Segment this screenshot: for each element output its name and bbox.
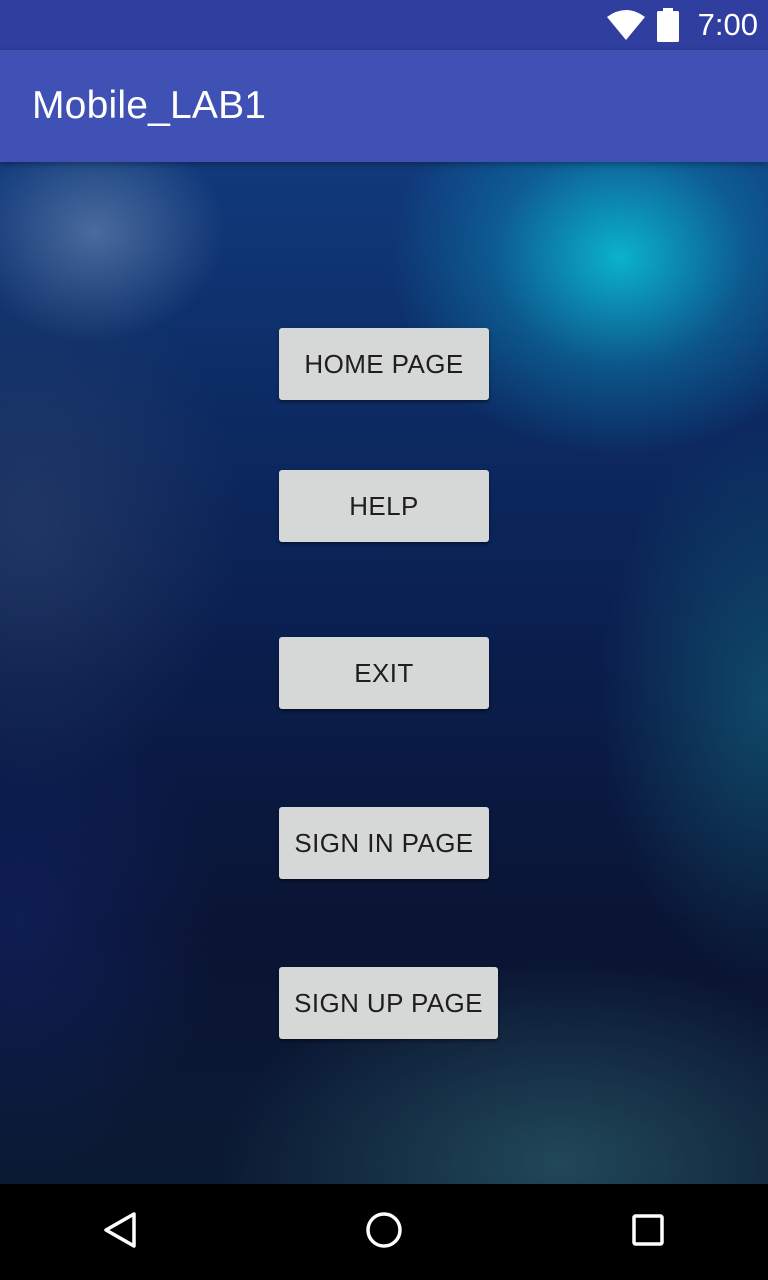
status-time: 7:00 bbox=[697, 7, 758, 42]
exit-button[interactable]: EXIT bbox=[279, 637, 489, 709]
main-content: HOME PAGE HELP EXIT SIGN IN PAGE SIGN UP… bbox=[0, 162, 768, 1184]
sign-in-page-button[interactable]: SIGN IN PAGE bbox=[279, 807, 489, 879]
home-page-button-label: HOME PAGE bbox=[304, 348, 464, 379]
recents-icon bbox=[628, 1210, 668, 1254]
recents-button[interactable] bbox=[588, 1184, 708, 1280]
help-button[interactable]: HELP bbox=[279, 470, 489, 542]
exit-button-label: EXIT bbox=[354, 657, 414, 688]
sign-up-page-button[interactable]: SIGN UP PAGE bbox=[279, 967, 498, 1039]
home-button[interactable] bbox=[324, 1184, 444, 1280]
app-title: Mobile_LAB1 bbox=[32, 84, 267, 127]
action-bar: Mobile_LAB1 bbox=[0, 50, 768, 162]
status-icons: 7:00 bbox=[606, 0, 758, 50]
sign-up-page-button-label: SIGN UP PAGE bbox=[294, 987, 483, 1018]
battery-icon bbox=[656, 8, 680, 42]
back-icon bbox=[100, 1210, 140, 1254]
help-button-label: HELP bbox=[349, 490, 419, 521]
home-circle-icon bbox=[364, 1210, 404, 1254]
back-button[interactable] bbox=[60, 1184, 180, 1280]
home-page-button[interactable]: HOME PAGE bbox=[279, 328, 489, 400]
navigation-bar bbox=[0, 1184, 768, 1280]
wifi-icon bbox=[606, 9, 646, 41]
status-bar: 7:00 bbox=[0, 0, 768, 50]
app-screen: 7:00 Mobile_LAB1 HOME PAGE HELP EXIT SIG… bbox=[0, 0, 768, 1280]
sign-in-page-button-label: SIGN IN PAGE bbox=[294, 827, 474, 858]
